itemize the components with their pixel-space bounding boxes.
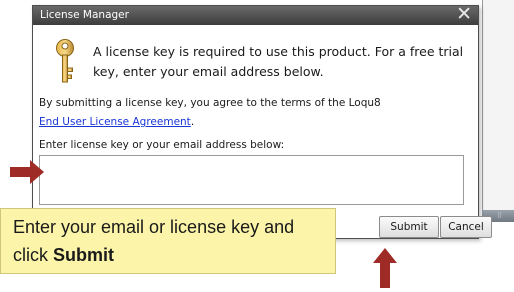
close-icon[interactable]: ✕ [456, 4, 472, 24]
arrow-up-icon [373, 248, 397, 292]
license-key-input[interactable] [39, 155, 464, 205]
cancel-button[interactable]: Cancel [440, 216, 492, 238]
submit-button[interactable]: Submit [379, 216, 439, 238]
input-instruction-label: Enter license key or your email address … [39, 139, 285, 151]
license-required-message: A license key is required to use this pr… [93, 44, 464, 79]
eula-suffix: . [190, 116, 195, 128]
eula-link[interactable]: End User License Agreement [39, 116, 191, 128]
instruction-callout: Enter your email or license key and clic… [0, 208, 336, 274]
dialog-title: License Manager [40, 9, 129, 21]
eula-line: End User License Agreement. [39, 116, 194, 128]
resize-grip-icon[interactable]: ⠿ [497, 212, 502, 220]
key-icon [53, 38, 77, 90]
arrow-right-icon [10, 160, 44, 188]
callout-bold-text: Submit [53, 245, 114, 265]
agreement-text: By submitting a license key, you agree t… [39, 97, 381, 109]
background-window [482, 0, 514, 218]
license-manager-dialog: License Manager ✕ A license key is requi… [32, 4, 492, 239]
dialog-titlebar[interactable]: License Manager ✕ [33, 4, 478, 25]
